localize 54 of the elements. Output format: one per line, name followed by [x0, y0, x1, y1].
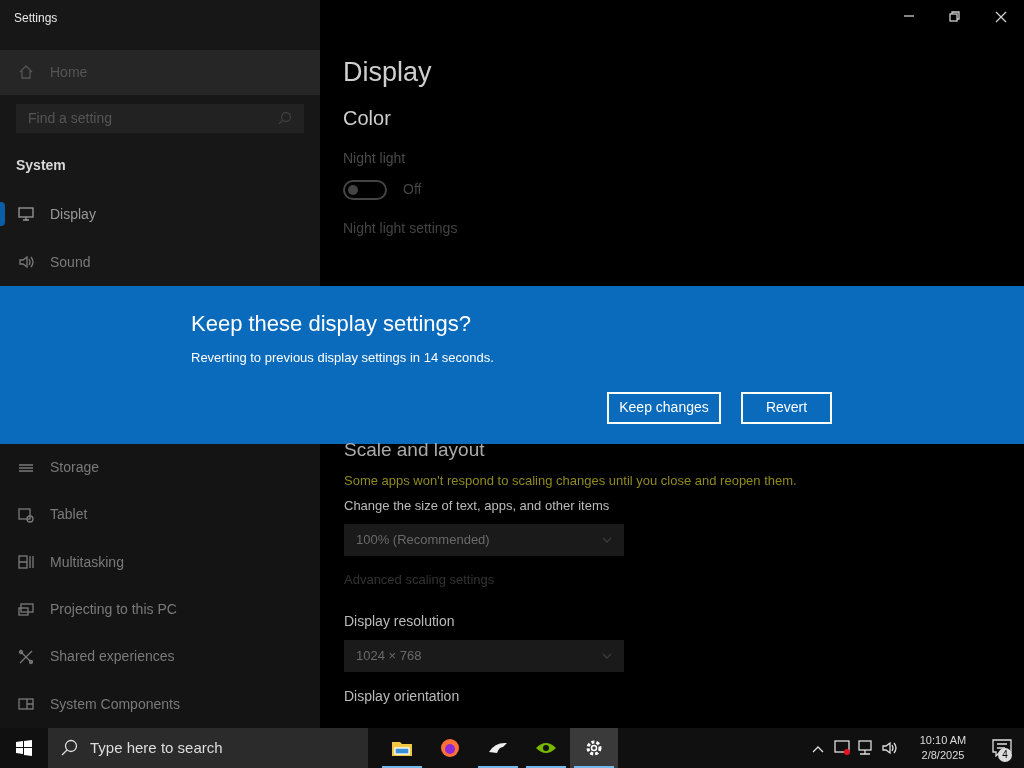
message-icon — [992, 739, 1012, 757]
selection-indicator — [0, 202, 5, 226]
taskbar-search[interactable]: Type here to search — [48, 728, 368, 768]
setting-label: Change the size of text, apps, and other items — [344, 497, 610, 515]
clock-date: 2/8/2025 — [921, 748, 965, 763]
notification-count: 4 — [998, 748, 1012, 762]
search-icon — [278, 111, 292, 126]
window-title: Settings — [14, 10, 58, 27]
settings-link[interactable]: Night light settings — [343, 218, 458, 239]
dialog-title: Keep these display settings? — [191, 310, 472, 338]
windows-icon — [16, 740, 32, 756]
section-heading: System — [15, 156, 67, 171]
setting-label: Night light — [343, 149, 406, 168]
section-heading: Scale and layout — [344, 438, 485, 462]
resolution-dropdown[interactable]: 1024 × 768 — [344, 640, 624, 672]
setting-label: Display resolution — [344, 612, 455, 631]
page-title: Display — [343, 56, 432, 88]
warning-text: Some apps won't respond to scaling changes until you close and reopen them. — [344, 472, 798, 490]
browser-icon — [438, 736, 462, 760]
restore-icon — [949, 11, 961, 23]
speaker-icon — [18, 254, 34, 270]
monitor-icon — [18, 206, 34, 222]
tablet-icon — [18, 507, 34, 523]
sidebar-item[interactable]: System Components — [0, 680, 320, 728]
sidebar-item[interactable]: Projecting to this PC — [0, 586, 320, 634]
toggle-switch[interactable] — [343, 179, 387, 200]
close-icon — [995, 11, 1007, 23]
notification-button[interactable]: 4 — [980, 728, 1024, 768]
dialog-message: Reverting to previous display settings in 14 seconds. — [191, 349, 494, 367]
toggle-state: Off — [403, 180, 422, 199]
sidebar-item[interactable]: Multitasking — [0, 538, 320, 586]
sidebar-item[interactable]: Display — [0, 190, 320, 238]
section-heading: Color — [343, 106, 391, 130]
home-icon — [18, 64, 34, 81]
monitor-icon — [833, 739, 851, 757]
projector-icon — [18, 601, 34, 618]
taskbar-app[interactable] — [570, 728, 618, 768]
components-icon — [18, 696, 34, 713]
chevron-down-icon — [602, 536, 612, 543]
speaker-icon — [881, 739, 899, 757]
chevron-down-icon — [602, 653, 612, 659]
shared-icon — [18, 648, 34, 665]
search-icon — [60, 739, 78, 757]
setting-label: Display orientation — [344, 687, 460, 706]
clock-time: 10:10 AM — [919, 733, 967, 748]
sidebar-item[interactable]: Sound — [0, 238, 320, 286]
network-icon — [857, 739, 875, 757]
sidebar-item[interactable]: Shared experiences — [0, 633, 320, 681]
sidebar-item[interactable]: Storage — [0, 444, 320, 492]
sidebar-item[interactable]: Tablet — [0, 491, 320, 539]
multitasking-icon — [18, 554, 34, 571]
scale-dropdown[interactable]: 100% (Recommended) — [344, 523, 624, 556]
revert-button[interactable]: Revert — [741, 391, 832, 424]
keep-changes-button[interactable]: Keep changes — [607, 391, 721, 424]
